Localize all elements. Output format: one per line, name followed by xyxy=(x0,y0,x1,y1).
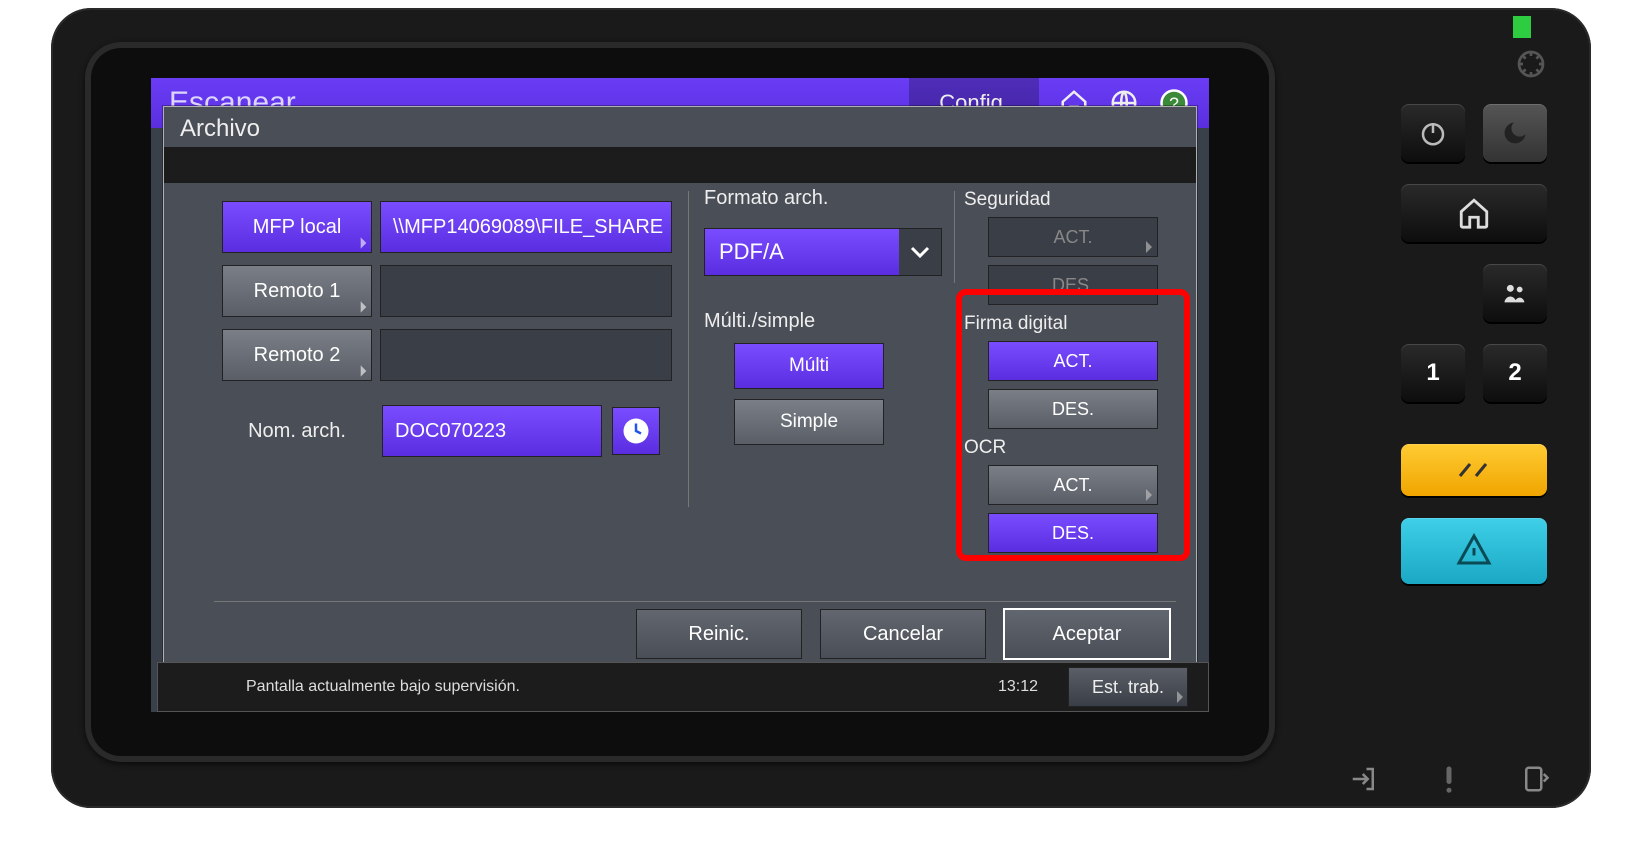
device-frame: Escanear Config. ? Archivo xyxy=(51,8,1591,808)
hw-home-button[interactable] xyxy=(1401,184,1547,242)
screen-bezel: Escanear Config. ? Archivo xyxy=(85,42,1275,762)
mfp-local-value[interactable]: \\MFP14069089\FILE_SHARE xyxy=(380,201,672,253)
security-on-button: ACT. xyxy=(988,217,1158,257)
status-time: 13:12 xyxy=(998,677,1038,696)
touchscreen: Escanear Config. ? Archivo xyxy=(151,78,1209,712)
dialog-subheader xyxy=(164,147,1196,183)
status-message: Pantalla actualmente bajo supervisión. xyxy=(246,678,520,696)
ocr-label: OCR xyxy=(964,437,1184,459)
alert-icon xyxy=(1439,764,1459,794)
status-bar: Pantalla actualmente bajo supervisión. 1… xyxy=(157,662,1209,712)
security-off-button: DES. xyxy=(988,265,1158,305)
filename-input[interactable]: DOC070223 xyxy=(382,405,602,457)
mfp-local-button[interactable]: MFP local xyxy=(222,201,372,253)
timestamp-button[interactable] xyxy=(612,407,660,455)
power-led xyxy=(1513,16,1531,38)
remote1-value[interactable] xyxy=(380,265,672,317)
power-button[interactable] xyxy=(1401,104,1465,162)
cancel-button[interactable]: Cancelar xyxy=(820,609,986,659)
filename-label: Nom. arch. xyxy=(222,420,372,443)
clear-button[interactable] xyxy=(1401,444,1547,496)
file-dialog: Archivo MFP local \\MFP14069089\FILE_SHA… xyxy=(163,106,1197,676)
start-button[interactable] xyxy=(1401,518,1547,584)
multi-label: Múlti./simple xyxy=(704,310,944,333)
remote2-value[interactable] xyxy=(380,329,672,381)
hardware-panel: 1 2 xyxy=(1327,104,1547,584)
access-button[interactable] xyxy=(1483,264,1547,322)
chevron-down-icon xyxy=(899,229,941,275)
job-status-button[interactable]: Est. trab. xyxy=(1068,667,1188,707)
ok-button[interactable]: Aceptar xyxy=(1004,609,1170,659)
reset-button[interactable]: Reinic. xyxy=(636,609,802,659)
memory-icon[interactable] xyxy=(1519,764,1551,794)
format-label: Formato arch. xyxy=(704,187,944,210)
simple-button[interactable]: Simple xyxy=(734,399,884,445)
preset-2-button[interactable]: 2 xyxy=(1483,344,1547,402)
signature-on-button[interactable]: ACT. xyxy=(988,341,1158,381)
format-select[interactable]: PDF/A xyxy=(704,228,942,276)
signature-label: Firma digital xyxy=(964,313,1184,335)
remote2-button[interactable]: Remoto 2 xyxy=(222,329,372,381)
energy-icon xyxy=(1511,44,1551,84)
dialog-title: Archivo xyxy=(164,107,1196,147)
multi-button[interactable]: Múlti xyxy=(734,343,884,389)
logout-icon[interactable] xyxy=(1349,764,1379,794)
bottom-indicators xyxy=(1349,764,1551,794)
remote1-button[interactable]: Remoto 1 xyxy=(222,265,372,317)
sleep-button[interactable] xyxy=(1483,104,1547,162)
ocr-off-button[interactable]: DES. xyxy=(988,513,1158,553)
signature-off-button[interactable]: DES. xyxy=(988,389,1158,429)
preset-1-button[interactable]: 1 xyxy=(1401,344,1465,402)
security-label: Seguridad xyxy=(964,189,1184,211)
ocr-on-button[interactable]: ACT. xyxy=(988,465,1158,505)
